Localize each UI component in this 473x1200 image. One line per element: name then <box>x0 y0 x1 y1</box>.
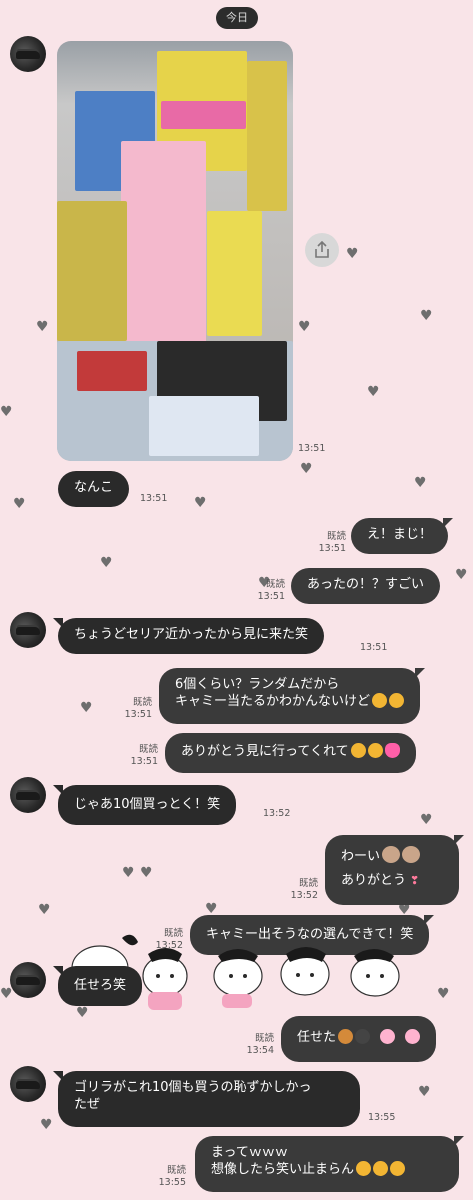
message-line: キャミー当たるかわかんないけど <box>175 694 371 709</box>
crying-emoji <box>367 743 383 758</box>
read-receipt: 既読 13:51 <box>257 579 285 602</box>
heart-icon: ♥ <box>367 384 380 400</box>
message-bubble[interactable]: 任せろ笑 <box>52 966 143 1006</box>
date-separator: 今日 <box>216 7 258 29</box>
gorilla-emoji <box>355 1029 371 1044</box>
photo-message[interactable] <box>57 41 293 461</box>
heart-icon: ♥ <box>414 475 427 491</box>
message-line: ゴリラがこれ10個も買うの恥ずかしかっ <box>74 1080 312 1095</box>
read-receipt: 既読 13:54 <box>246 1033 274 1056</box>
heart-icon: ♥ <box>38 902 51 918</box>
heart-icon: ♥ <box>122 865 135 881</box>
heart-icon: ♥ <box>300 461 313 477</box>
heart-icon: ♥ <box>80 700 93 716</box>
heart-icon: ♥ <box>346 246 359 262</box>
read-receipt: 既読 13:55 <box>158 1165 186 1188</box>
message-line: ありがとう <box>341 873 407 888</box>
message-bubble[interactable]: ありがとう見に行ってくれて <box>165 733 416 773</box>
sparkle-heart-emoji: ❣ <box>410 874 420 887</box>
message-line: まってｗｗｗ <box>211 1145 288 1160</box>
heart-icon: ♥ <box>0 404 13 420</box>
message-bubble[interactable]: 6個くらい？ランダムだから キャミー当たるかわかんないけど <box>159 668 426 724</box>
heart-icon: ♥ <box>420 812 433 828</box>
message-time: 13:55 <box>368 1112 396 1123</box>
avatar[interactable] <box>10 1066 46 1102</box>
message-line: 任せた <box>297 1030 337 1045</box>
heart-icon: ♥ <box>194 495 207 511</box>
laughing-emoji <box>372 693 388 708</box>
bear-emoji <box>402 846 421 863</box>
read-receipt: 既読 13:51 <box>130 744 158 767</box>
share-icon <box>315 241 329 258</box>
read-receipt: 既読 13:51 <box>124 697 152 720</box>
heart-icon: ♥ <box>100 555 113 571</box>
message-time: 13:52 <box>263 808 291 819</box>
heart-icon: ♥ <box>40 1117 53 1133</box>
message-bubble[interactable]: なんこ <box>58 471 130 507</box>
pink-heart-emoji <box>405 1029 421 1044</box>
heart-icon: ♥ <box>437 986 450 1002</box>
message-line: たぜ <box>74 1097 101 1112</box>
pink-heart-emoji <box>384 743 400 758</box>
message-time: 13:51 <box>360 642 388 653</box>
heart-icon: ♥ <box>455 567 468 583</box>
laughing-emoji <box>373 1161 389 1176</box>
message-bubble[interactable]: ちょうどセリア近かったから見に来た笑 <box>52 618 325 654</box>
heart-icon: ♥ <box>205 901 218 917</box>
message-line: 6個くらい？ランダムだから <box>175 677 340 692</box>
muscle-emoji <box>338 1029 354 1044</box>
heart-icon: ♥ <box>298 319 311 335</box>
message-time: 13:51 <box>140 493 168 504</box>
bear-emoji <box>382 846 401 863</box>
message-bubble[interactable]: わーい ありがとう ❣ <box>325 835 464 905</box>
avatar[interactable] <box>10 962 46 998</box>
avatar[interactable] <box>10 36 46 72</box>
message-bubble[interactable]: 任せた <box>281 1016 437 1062</box>
message-line: ありがとう見に行ってくれて <box>181 744 349 759</box>
laughing-emoji <box>389 693 405 708</box>
laughing-emoji <box>356 1161 372 1176</box>
heart-icon: ♥ <box>140 865 153 881</box>
message-bubble[interactable]: ゴリラがこれ10個も買うの恥ずかしかっ たぜ <box>53 1071 360 1127</box>
message-line: 想像したら笑い止まらん <box>211 1162 355 1177</box>
message-bubble[interactable]: あったの！？すごい <box>291 568 441 604</box>
read-receipt: 既読 13:51 <box>318 531 346 554</box>
avatar[interactable] <box>10 612 46 648</box>
message-bubble[interactable]: え！まじ！ <box>351 518 454 554</box>
heart-icon: ♥ <box>418 1084 431 1100</box>
laughing-emoji <box>390 1161 406 1176</box>
message-time: 13:51 <box>298 443 326 454</box>
heart-icon: ♥ <box>420 308 433 324</box>
heart-icon: ♥ <box>36 319 49 335</box>
heart-icon: ♥ <box>0 986 13 1002</box>
message-bubble[interactable]: じゃあ10個買っとく！笑 <box>52 785 237 825</box>
share-button[interactable] <box>305 233 339 267</box>
heart-icon: ♥ <box>13 496 26 512</box>
message-bubble[interactable]: まってｗｗｗ 想像したら笑い止まらん <box>195 1136 464 1192</box>
crying-emoji <box>350 743 366 758</box>
message-line: わーい <box>341 849 381 864</box>
pink-heart-emoji <box>380 1029 396 1044</box>
avatar[interactable] <box>10 777 46 813</box>
read-receipt: 既読 13:52 <box>290 878 318 901</box>
